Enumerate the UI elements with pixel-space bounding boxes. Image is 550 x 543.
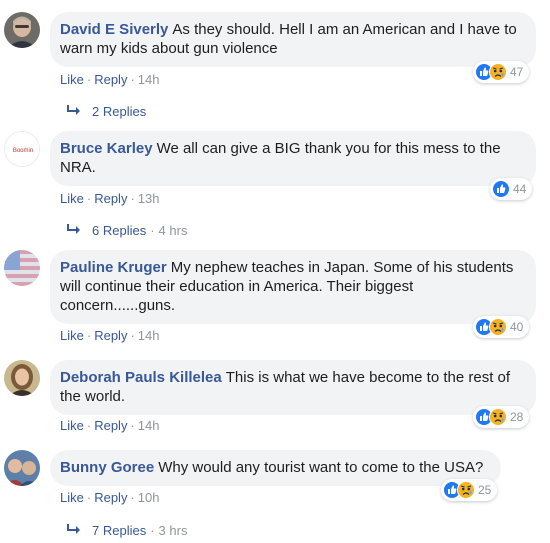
- replies-count: 6 Replies: [92, 223, 147, 238]
- reply-arrow-icon: [66, 523, 82, 538]
- like-link[interactable]: Like: [60, 418, 84, 433]
- comment-timestamp[interactable]: 14h: [138, 72, 160, 87]
- comment-actions: Like · Reply · 14h: [60, 72, 160, 87]
- avatar[interactable]: [4, 360, 40, 396]
- separator: ·: [86, 191, 92, 206]
- separator: ·: [86, 72, 92, 87]
- comment-bubble: Bunny Goree Why would any tourist want to…: [50, 450, 501, 486]
- reply-link[interactable]: Reply: [94, 490, 127, 505]
- comment-actions: Like · Reply · 14h: [60, 328, 160, 343]
- like-icon: [492, 180, 510, 198]
- comment-author[interactable]: Pauline Kruger: [60, 259, 167, 276]
- comment-actions: Like · Reply · 13h: [60, 191, 160, 206]
- reply-link[interactable]: Reply: [94, 418, 127, 433]
- separator: ·: [130, 328, 135, 343]
- reaction-count: 47: [510, 65, 524, 79]
- sad-icon: [489, 63, 507, 81]
- comment-bubble: David E Siverly As they should. Hell I am…: [50, 12, 536, 67]
- reaction-count: 44: [513, 182, 527, 196]
- like-link[interactable]: Like: [60, 72, 84, 87]
- separator: ·: [130, 418, 135, 433]
- separator: ·: [86, 490, 92, 505]
- reaction-count: 25: [478, 483, 492, 497]
- sad-icon: [489, 318, 507, 336]
- comment-bubble: Deborah Pauls Killelea This is what we ha…: [50, 360, 536, 415]
- comment-author[interactable]: David E Siverly: [60, 21, 168, 38]
- replies-timestamp: 3 hrs: [158, 523, 188, 538]
- replies-count: 2 Replies: [92, 104, 147, 119]
- sad-icon: [457, 481, 475, 499]
- avatar-logo-text: Boomin: [13, 148, 33, 154]
- avatar[interactable]: [4, 250, 40, 286]
- reply-arrow-icon: [66, 223, 82, 238]
- replies-count: 7 Replies: [92, 523, 147, 538]
- reaction-summary[interactable]: 47: [473, 61, 530, 83]
- comment-text: Why would any tourist want to come to th…: [158, 459, 484, 476]
- like-link[interactable]: Like: [60, 328, 84, 343]
- reaction-count: 28: [510, 410, 524, 424]
- avatar[interactable]: Boomin: [4, 131, 40, 167]
- reaction-summary[interactable]: 44: [490, 178, 533, 200]
- comment-author[interactable]: Bruce Karley: [60, 140, 153, 157]
- separator: ·: [86, 418, 92, 433]
- comment-bubble: Bruce Karley We all can give a BIG thank …: [50, 131, 536, 186]
- comment-timestamp[interactable]: 10h: [138, 490, 160, 505]
- comment-actions: Like · Reply · 10h: [60, 490, 160, 505]
- comment-actions: Like · Reply · 14h: [60, 418, 160, 433]
- comment-timestamp[interactable]: 14h: [138, 418, 160, 433]
- view-replies-link[interactable]: 6 Replies · 4 hrs: [66, 223, 187, 238]
- comment-bubble: Pauline Kruger My nephew teaches in Japan…: [50, 250, 536, 324]
- like-link[interactable]: Like: [60, 490, 84, 505]
- avatar[interactable]: [4, 450, 40, 486]
- comment-timestamp[interactable]: 14h: [138, 328, 160, 343]
- separator: ·: [130, 72, 135, 87]
- reply-link[interactable]: Reply: [94, 72, 127, 87]
- separator: ·: [150, 523, 155, 538]
- like-link[interactable]: Like: [60, 191, 84, 206]
- separator: ·: [130, 490, 135, 505]
- comment-timestamp[interactable]: 13h: [138, 191, 160, 206]
- view-replies-link[interactable]: 7 Replies · 3 hrs: [66, 523, 187, 538]
- reaction-summary[interactable]: 40: [473, 316, 530, 338]
- avatar[interactable]: [4, 12, 40, 48]
- reply-arrow-icon: [66, 104, 82, 119]
- reaction-summary[interactable]: 25: [441, 479, 498, 501]
- separator: ·: [86, 328, 92, 343]
- view-replies-link[interactable]: 2 Replies: [66, 104, 146, 119]
- comment-author[interactable]: Bunny Goree: [60, 459, 154, 476]
- sad-icon: [489, 408, 507, 426]
- reply-link[interactable]: Reply: [94, 191, 127, 206]
- reaction-count: 40: [510, 320, 524, 334]
- separator: ·: [150, 223, 155, 238]
- comment-author[interactable]: Deborah Pauls Killelea: [60, 369, 222, 386]
- reply-link[interactable]: Reply: [94, 328, 127, 343]
- reaction-summary[interactable]: 28: [473, 406, 530, 428]
- separator: ·: [130, 191, 135, 206]
- replies-timestamp: 4 hrs: [158, 223, 188, 238]
